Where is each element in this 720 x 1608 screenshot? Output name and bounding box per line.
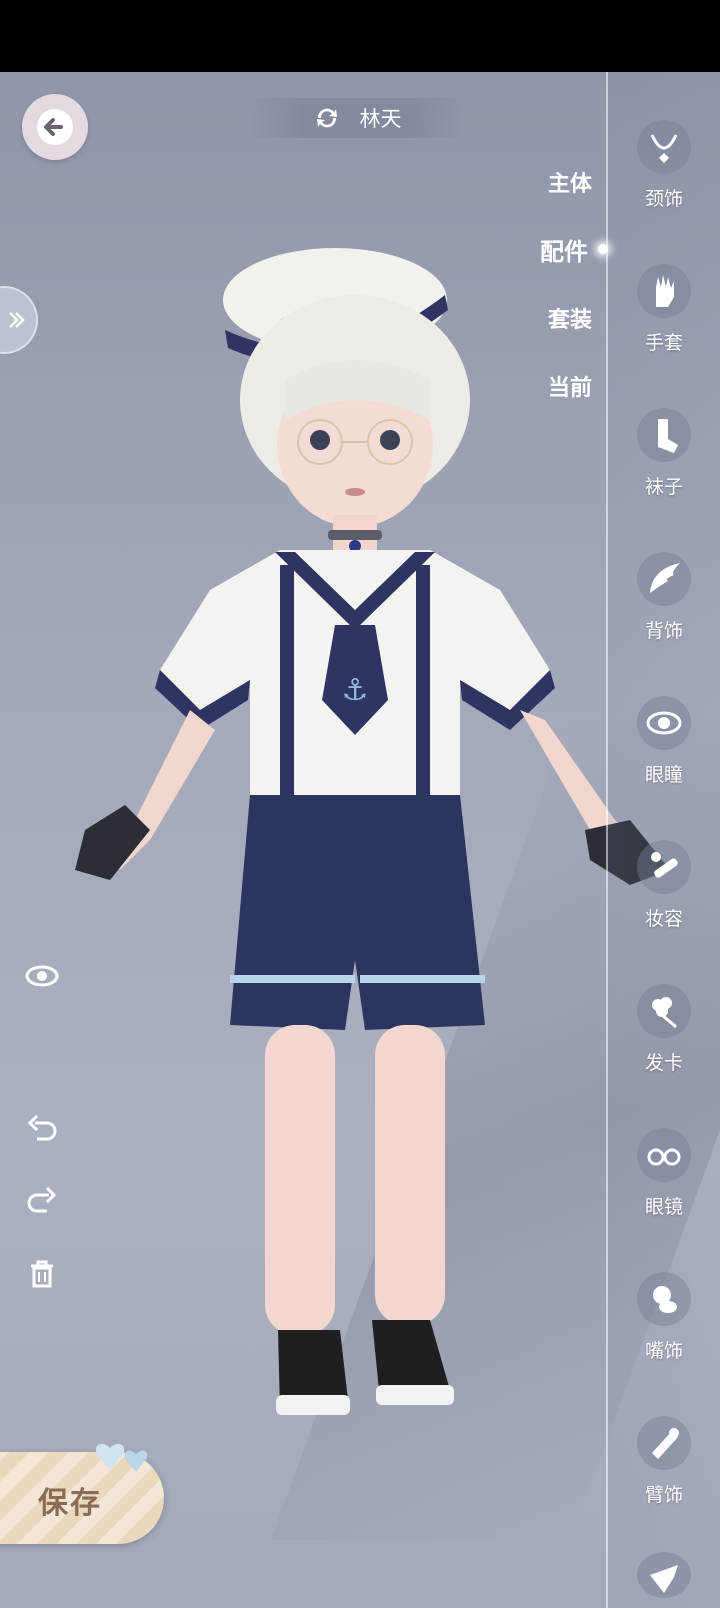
active-tab-indicator [598,244,608,254]
armband-icon [637,1416,691,1470]
slot-label: 眼瞳 [644,764,683,786]
slot-label: 嘴饰 [644,1340,683,1362]
slot-eyes[interactable]: 眼瞳 [620,690,708,810]
slot-label: 袜子 [644,476,683,498]
slot-label: 背饰 [644,620,683,642]
slot-arm-accessory[interactable]: 臂饰 [620,1410,708,1530]
hairpin-icon [637,984,691,1038]
back-button[interactable] [22,94,88,160]
character-name: 林天 [359,107,402,131]
slot-gloves[interactable]: 手套 [620,258,708,378]
slot-label: 妆容 [644,908,683,930]
delete-button[interactable] [18,1250,66,1298]
hat-icon [637,1552,691,1598]
slot-mouth-accessory[interactable]: 嘴饰 [620,1266,708,1386]
slot-label: 臂饰 [644,1484,683,1506]
slot-label: 眼镜 [644,1196,683,1218]
eye-toggle-icon [25,965,59,987]
redo-button[interactable] [18,1176,66,1224]
shorts [230,795,485,1030]
glove-icon [637,264,691,318]
slot-hairpin[interactable]: 发卡 [620,978,708,1098]
eye-icon [637,696,691,750]
svg-text:⚓: ⚓ [342,673,369,708]
slot-label: 颈饰 [644,188,683,210]
save-button[interactable]: 保存 [0,1443,164,1544]
character-name-bar[interactable]: 林天 [250,98,465,138]
status-bar [0,0,720,72]
slot-hat[interactable] [620,1546,708,1608]
glasses-icon [637,1128,691,1182]
slot-back-accessory[interactable]: 背饰 [620,546,708,666]
slot-glasses[interactable]: 眼镜 [620,1122,708,1242]
toggle-visibility-button[interactable] [18,952,66,1000]
necklace-icon [637,120,691,174]
redo-icon [27,1186,57,1213]
undo-button[interactable] [18,1104,66,1152]
sock-icon [637,408,691,462]
slot-makeup[interactable]: 妆容 [620,834,708,954]
pacifier-icon [637,1272,691,1326]
swap-icon[interactable] [314,105,340,131]
slot-socks[interactable]: 袜子 [620,402,708,522]
wing-icon [637,552,691,606]
makeup-icon [637,840,691,894]
slot-necklace[interactable]: 颈饰 [620,114,708,234]
undo-icon [27,1114,57,1141]
heart-decoration-icon [95,1443,148,1472]
trash-icon [31,1260,53,1288]
save-label: 保存 [38,1486,102,1521]
arrow-left-icon [37,109,73,145]
slot-label: 手套 [644,332,683,354]
slot-label: 发卡 [644,1052,683,1074]
double-chevron-right-icon [9,312,25,328]
